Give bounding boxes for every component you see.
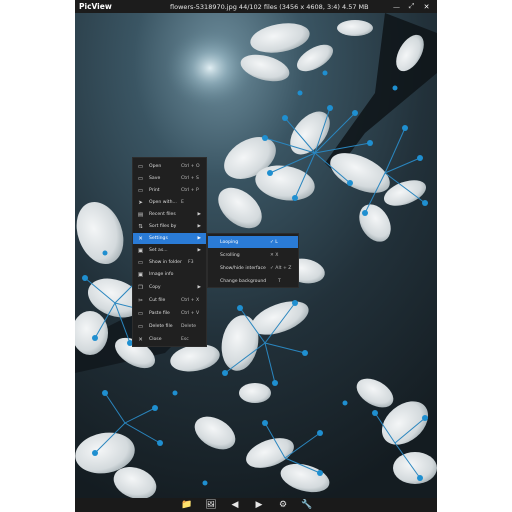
cut-icon: ✂ bbox=[138, 297, 143, 304]
menu-item-shortcut: Esc bbox=[181, 337, 189, 342]
menu-item-copy[interactable]: ❐ Copy ▶ bbox=[133, 282, 206, 293]
menu-item-label: Image info bbox=[149, 272, 174, 277]
app-name: PicView bbox=[79, 2, 112, 11]
paste-icon: ▭ bbox=[137, 310, 144, 317]
submenu-item-label: Change background bbox=[220, 278, 267, 284]
delete-icon: ▭ bbox=[137, 323, 144, 330]
menu-item-open[interactable]: ▭ Open Ctrl + O bbox=[133, 161, 206, 172]
settings-submenu: Looping ✓ L Scrolling ✕ X Show/hide inte… bbox=[207, 233, 299, 288]
menu-item-label: Save bbox=[149, 176, 161, 181]
window-controls: — ⤢ ✕ bbox=[389, 1, 434, 12]
menu-item-delete-file[interactable]: ▭ Delete file Delete bbox=[133, 321, 206, 332]
submenu-item-label: Looping bbox=[220, 239, 239, 245]
menu-item-shortcut: Delete bbox=[181, 324, 197, 329]
submenu-arrow-icon: ▶ bbox=[197, 212, 201, 217]
copy-icon: ❐ bbox=[138, 284, 143, 291]
submenu-item-label: Show/hide interface bbox=[220, 265, 266, 271]
menu-item-label: Delete file bbox=[149, 324, 173, 329]
menu-item-label: Open with... bbox=[149, 200, 177, 205]
print-icon: ▭ bbox=[137, 187, 144, 194]
set-as-icon: ▣ bbox=[137, 247, 144, 254]
menu-item-label: Sort files by bbox=[149, 224, 177, 229]
title-bar[interactable]: PicView flowers-5318970.jpg 44/102 files… bbox=[75, 0, 437, 13]
menu-item-label: Show in folder bbox=[149, 260, 182, 265]
menu-item-label: Cut file bbox=[149, 298, 166, 303]
open-with-icon: ➤ bbox=[138, 199, 143, 206]
image-info-icon: ▣ bbox=[137, 271, 144, 278]
menu-item-shortcut: Ctrl + V bbox=[181, 311, 200, 316]
submenu-arrow-icon: ▶ bbox=[197, 285, 201, 290]
submenu-item-scrolling[interactable]: Scrolling ✕ X bbox=[208, 249, 298, 261]
recent-files-icon: ▤ bbox=[137, 211, 144, 218]
settings-gear-icon[interactable]: ⚙ bbox=[271, 498, 295, 512]
menu-item-shortcut: Ctrl + S bbox=[181, 176, 199, 181]
menu-item-show-in-folder[interactable]: ▭ Show in folder F3 bbox=[133, 257, 206, 268]
menu-item-save[interactable]: ▭ Save Ctrl + S bbox=[133, 173, 206, 184]
menu-item-paste-file[interactable]: ▭ Paste file Ctrl + V bbox=[133, 308, 206, 319]
open-icon: ▭ bbox=[137, 163, 144, 170]
bottom-toolbar: 📁 🖼 ◀ ▶ ⚙ 🔧 bbox=[75, 498, 437, 512]
tools-icon[interactable]: 🔧 bbox=[295, 498, 319, 512]
menu-item-recent-files[interactable]: ▤ Recent files ▶ bbox=[133, 209, 206, 220]
submenu-item-shortcut: ✓ L bbox=[270, 239, 278, 245]
folder-icon: ▭ bbox=[137, 259, 144, 266]
file-title: flowers-5318970.jpg 44/102 files (3456 x… bbox=[170, 3, 369, 11]
menu-item-label: Close bbox=[149, 337, 162, 342]
menu-item-label: Copy bbox=[149, 285, 161, 290]
next-icon[interactable]: ▶ bbox=[247, 498, 271, 512]
menu-item-print[interactable]: ▭ Print Ctrl + P bbox=[133, 185, 206, 196]
menu-item-shortcut: F3 bbox=[188, 260, 194, 265]
close-icon: ✕ bbox=[138, 336, 143, 343]
menu-item-close[interactable]: ✕ Close Esc bbox=[133, 334, 206, 345]
menu-item-label: Settings bbox=[149, 236, 168, 241]
submenu-item-looping[interactable]: Looping ✓ L bbox=[208, 236, 298, 248]
close-button[interactable]: ✕ bbox=[419, 1, 434, 12]
settings-icon: ✕ bbox=[138, 235, 143, 242]
context-menu: ▭ Open Ctrl + O ▭ Save Ctrl + S ▭ Print … bbox=[132, 157, 207, 347]
sort-icon: ⇅ bbox=[138, 223, 143, 230]
menu-item-cut-file[interactable]: ✂ Cut file Ctrl + X bbox=[133, 295, 206, 306]
menu-item-label: Paste file bbox=[149, 311, 170, 316]
menu-item-shortcut: Ctrl + X bbox=[181, 298, 200, 303]
bottom-toolbar-icons: 📁 🖼 ◀ ▶ ⚙ 🔧 bbox=[175, 498, 319, 512]
submenu-item-label: Scrolling bbox=[220, 252, 240, 258]
maximize-button[interactable]: ⤢ bbox=[404, 1, 419, 12]
submenu-arrow-icon: ▶ bbox=[197, 236, 201, 241]
menu-item-set-as[interactable]: ▣ Set as... ▶ bbox=[133, 245, 206, 256]
open-folder-icon[interactable]: 📁 bbox=[175, 498, 199, 512]
submenu-arrow-icon: ▶ bbox=[197, 224, 201, 229]
submenu-item-shortcut: T bbox=[278, 278, 281, 284]
submenu-item-shortcut: ✓ Alt + Z bbox=[270, 265, 292, 271]
submenu-item-change-background[interactable]: Change background T bbox=[208, 275, 298, 287]
save-icon: ▭ bbox=[137, 175, 144, 182]
menu-item-label: Open bbox=[149, 164, 162, 169]
gallery-icon[interactable]: 🖼 bbox=[199, 498, 223, 512]
menu-item-shortcut: Ctrl + O bbox=[181, 164, 200, 169]
menu-item-label: Recent files bbox=[149, 212, 176, 217]
light-bokeh bbox=[165, 28, 255, 108]
menu-item-image-info[interactable]: ▣ Image info bbox=[133, 269, 206, 280]
minimize-button[interactable]: — bbox=[389, 1, 404, 12]
submenu-item-shortcut: ✕ X bbox=[270, 252, 279, 258]
menu-item-label: Print bbox=[149, 188, 160, 193]
submenu-item-show-hide-interface[interactable]: Show/hide interface ✓ Alt + Z bbox=[208, 262, 298, 274]
menu-item-shortcut: E bbox=[181, 200, 184, 205]
menu-item-label: Set as... bbox=[149, 248, 168, 253]
menu-item-shortcut: Ctrl + P bbox=[181, 188, 199, 193]
menu-item-settings[interactable]: ✕ Settings ▶ bbox=[133, 233, 206, 244]
previous-icon[interactable]: ◀ bbox=[223, 498, 247, 512]
menu-item-open-with[interactable]: ➤ Open with... E bbox=[133, 197, 206, 208]
menu-item-sort-files[interactable]: ⇅ Sort files by ▶ bbox=[133, 221, 206, 232]
submenu-arrow-icon: ▶ bbox=[197, 248, 201, 253]
